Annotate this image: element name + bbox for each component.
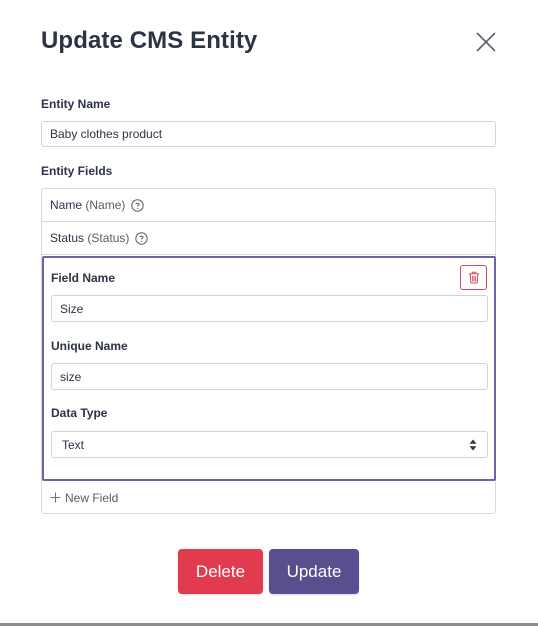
field-row-alias: (Status): [87, 231, 130, 245]
field-name-input[interactable]: [51, 295, 488, 322]
field-row-label: Name: [50, 198, 83, 212]
delete-button[interactable]: Delete: [178, 549, 263, 594]
entity-fields-label: Entity Fields: [41, 164, 113, 178]
delete-field-button[interactable]: [460, 265, 487, 290]
close-icon: [476, 32, 496, 52]
entity-name-label: Entity Name: [41, 97, 111, 111]
field-name-label: Field Name: [51, 271, 116, 285]
plus-icon: [50, 492, 61, 503]
modal-title: Update CMS Entity: [41, 27, 258, 54]
unique-name-label: Unique Name: [51, 339, 128, 353]
unique-name-input[interactable]: [51, 363, 488, 390]
update-button[interactable]: Update: [269, 549, 359, 594]
data-type-label: Data Type: [51, 406, 108, 420]
entity-name-input[interactable]: [41, 121, 496, 147]
entity-fields-list: Name (Name) Status (Status) Field Name S…: [41, 188, 496, 514]
data-type-selected-value: Text: [62, 437, 85, 452]
new-field-button[interactable]: New Field: [42, 482, 495, 513]
help-icon[interactable]: [135, 231, 149, 245]
close-button[interactable]: [472, 28, 500, 56]
update-entity-modal: Update CMS Entity Entity Name Entity Fie…: [0, 0, 538, 626]
field-editor: Field Name Unique Name Data Type Text: [42, 256, 496, 481]
field-row-status[interactable]: Status (Status): [42, 222, 495, 255]
data-type-select[interactable]: Text: [51, 431, 488, 458]
field-row-name[interactable]: Name (Name): [42, 189, 495, 222]
field-row-alias: (Name): [85, 198, 126, 212]
field-row-label: Status: [50, 231, 85, 245]
sort-arrows-icon: [469, 439, 477, 451]
trash-icon: [468, 271, 479, 284]
new-field-label: New Field: [65, 490, 119, 505]
help-icon[interactable]: [131, 198, 145, 212]
